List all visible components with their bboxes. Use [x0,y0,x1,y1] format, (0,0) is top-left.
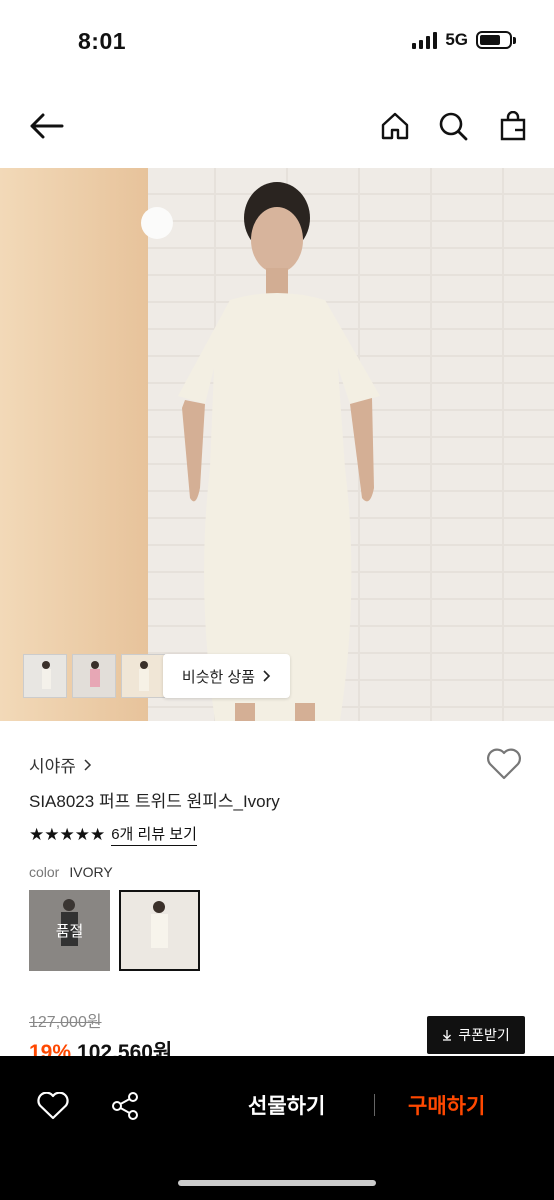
status-indicators: 5G [412,30,516,50]
gift-button[interactable]: 선물하기 [248,1090,325,1120]
similar-products-label: 비슷한 상품 [181,668,256,686]
battery-icon [476,31,516,49]
brand-name: 시야쥬 [29,757,76,776]
thumbnail-1[interactable] [23,654,67,698]
swatch-black[interactable]: 품절 [29,890,110,971]
brand-link[interactable]: 시야쥬 [29,752,92,777]
share-icon[interactable] [107,1088,143,1124]
top-nav [0,92,554,160]
soldout-label: 품절 [29,890,110,971]
status-time: 8:01 [78,28,127,54]
home-icon[interactable] [375,106,415,146]
product-main-image[interactable]: 비슷한 상품 [0,168,554,721]
bottom-action-bar: 선물하기 구매하기 [0,1056,554,1200]
original-price: 127,000원 [29,1014,102,1031]
rating-row: ★★★★★ 6개 리뷰 보기 [29,823,197,846]
status-bar: 8:01 5G [0,0,554,80]
color-row: color IVORY [29,864,113,880]
download-icon [443,1030,452,1041]
divider [374,1094,375,1116]
search-icon[interactable] [433,106,473,146]
home-indicator [178,1180,376,1186]
coupon-button[interactable]: 쿠폰받기 [427,1016,525,1054]
chevron-right-icon [263,670,271,682]
network-type: 5G [445,30,468,49]
chevron-right-icon [84,758,91,771]
buy-button[interactable]: 구매하기 [408,1090,485,1120]
image-thumbnails [23,654,165,698]
color-label: color [29,864,60,880]
swatch-ivory[interactable] [119,890,200,971]
similar-products-button[interactable]: 비슷한 상품 [163,654,290,698]
coupon-button-label: 쿠폰받기 [458,1027,510,1043]
back-arrow-icon[interactable] [26,106,66,146]
wishlist-heart-icon[interactable] [486,748,526,784]
thumbnail-3[interactable] [121,654,165,698]
color-swatches: 품절 [29,890,200,971]
signal-icon [412,31,438,49]
product-title: SIA8023 퍼프 트위드 원피스_Ivory [29,792,280,811]
color-value: IVORY [69,864,113,880]
wishlist-heart-icon[interactable] [35,1088,71,1124]
thumbnail-2[interactable] [72,654,116,698]
rating-stars: ★★★★★ [29,824,106,844]
review-link[interactable]: 6개 리뷰 보기 [111,823,197,846]
shopping-bag-icon[interactable] [493,106,533,146]
model-photo [0,168,554,721]
